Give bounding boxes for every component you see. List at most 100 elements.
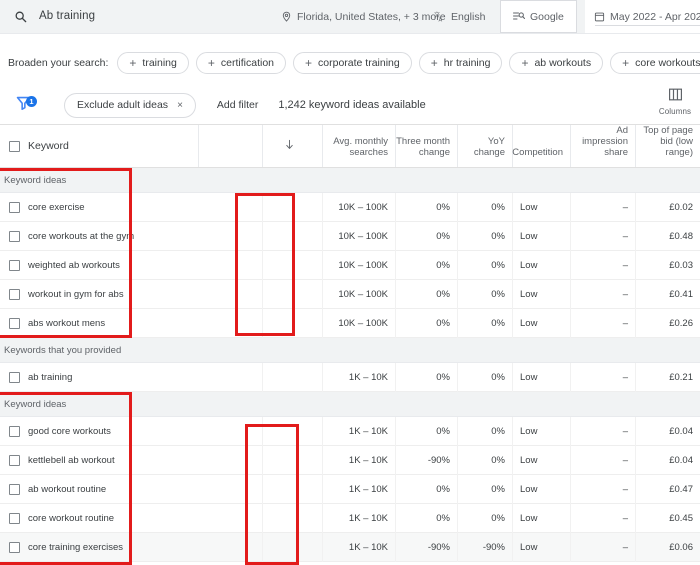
filter-button[interactable]: 1 [0,94,46,116]
cell-top-of-page-bid-low: £0.41 [635,279,700,309]
search-network-label: Google [530,10,564,23]
chip-label: training [142,56,177,69]
language-label: English [451,10,486,23]
language-selector[interactable]: 文 A English [425,0,494,33]
table-row[interactable]: workout in gym for abs 10K – 100K 0% 0% Low –… [0,279,700,309]
location-label: Florida, United States, + 3 more [297,10,446,23]
cell-ad-impression-share: – [570,445,635,475]
row-checkbox[interactable] [0,259,28,271]
group-title: Keyword ideas [4,398,67,410]
table-row[interactable]: ab workout routine1K – 10K0%0%Low–£0.47£… [0,474,700,504]
cell-avg-monthly-searches: 1K – 10K [322,416,395,446]
cell-sort-spacer [262,474,322,504]
row-checkbox[interactable] [0,512,28,524]
row-checkbox[interactable] [0,425,28,437]
column-header-sort[interactable] [262,125,322,167]
three-month-line1: Three month [396,136,450,147]
cell-top-of-page-bid-low: £0.04 [635,416,700,446]
cell-ad-impression-share: – [570,221,635,251]
cell-top-of-page-bid-low: £0.47 [635,474,700,504]
exclude-chip-label: Exclude adult ideas [77,99,169,111]
cell-sort-spacer [262,532,322,562]
table-row[interactable]: ab training1K – 10K0%0%Low–£0.21£1.56 [0,362,700,392]
row-checkbox[interactable] [0,454,28,466]
cell-keyword: weighted ab workouts [28,259,120,271]
row-checkbox[interactable] [0,201,28,213]
cell-keyword: abs workout mens [28,317,106,329]
cell-top-of-page-bid-low: £0.21 [635,362,700,392]
cell-blank [198,417,262,446]
row-checkbox[interactable] [0,483,28,495]
plus-icon: + [207,55,215,70]
cell-three-month-change: 0% [395,221,457,251]
table-group-header: Keyword ideas [0,392,700,417]
chip-label: ab workouts [534,56,592,69]
add-filter-button[interactable]: Add filter [217,99,258,111]
exclude-adult-ideas-filter-chip[interactable]: Exclude adult ideas × [64,92,196,118]
group-title: Keywords that you provided [4,344,122,356]
chip-label: corporate training [318,56,400,69]
cell-yoy-change: 0% [457,416,512,446]
table-row[interactable]: kettlebell ab workout 1K – 10K -90% 0% Low – £… [0,445,700,475]
row-checkbox[interactable] [0,371,28,383]
broaden-chip-certification[interactable]: + certification [195,51,286,74]
row-checkbox[interactable] [0,541,28,553]
search-network-icon [513,11,525,22]
table-row[interactable]: core exercise10K – 100K0%0%Low–£0.02£0.7… [0,192,700,222]
table-row[interactable]: core training exercises 1K – 10K -90% -90% L… [0,532,700,562]
table-row[interactable]: core workout routine 1K – 10K 0% 0% Low – £0.4… [0,503,700,533]
cell-top-of-page-bid-low: £0.03 [635,250,700,280]
cell-ad-impression-share: – [570,416,635,446]
cell-keyword: core workout routine [28,512,115,524]
search-input-value: Ab training [39,10,96,22]
cell-keyword: good core workouts [28,425,111,437]
column-header-competition[interactable]: Competition [512,125,570,167]
cell-blank [198,446,262,475]
cell-three-month-change: 0% [395,308,457,338]
broaden-chip-ab-workouts[interactable]: + ab workouts [509,51,604,74]
table-row[interactable]: weighted ab workouts 10K – 100K 0% 0% Low – £0… [0,250,700,280]
table-row[interactable]: good core workouts1K – 10K0%0%Low–£0.04£… [0,416,700,446]
search-network-selector[interactable]: Google [500,0,577,33]
cell-yoy-change: 0% [457,192,512,222]
plus-icon: + [430,55,438,70]
chip-label: hr training [443,56,491,69]
translate-icon: 文 A [434,11,446,23]
column-header-blank [198,125,262,167]
row-checkbox[interactable] [0,288,28,300]
table-row[interactable]: abs workout mens10K – 100K0%0%Low–£0.26£… [0,308,700,338]
broaden-chip-core-workouts[interactable]: + core workouts [610,51,700,74]
row-checkbox[interactable] [0,230,28,242]
column-header-top-of-page-bid-low[interactable]: Top of page bid (low range) [635,125,700,167]
cell-keyword: workout in gym for abs [28,288,124,300]
broaden-chip-corporate-training[interactable]: + corporate training [293,51,412,74]
column-header-keyword[interactable]: Keyword [28,125,198,167]
cell-sort-spacer [262,221,322,251]
column-header-three-month-change[interactable]: Three month change [395,125,457,167]
chip-label: core workouts [635,56,700,69]
row-checkbox[interactable] [0,317,28,329]
columns-button[interactable]: Columns [652,88,698,116]
broaden-chip-hr-training[interactable]: + hr training [418,51,503,74]
column-header-yoy-change[interactable]: YoY change [457,125,512,167]
keyword-ideas-table: Keyword Avg. monthly searches Three mont… [0,124,700,562]
cell-avg-monthly-searches: 10K – 100K [322,192,395,222]
cell-blank [198,280,262,309]
column-header-avg-monthly-searches[interactable]: Avg. monthly searches [322,125,395,167]
close-icon[interactable]: × [177,100,183,111]
broaden-chip-training[interactable]: + training [117,51,189,74]
cell-yoy-change: 0% [457,279,512,309]
cell-ad-impression-share: – [570,279,635,309]
cell-keyword: ab workout routine [28,483,107,495]
select-all-checkbox[interactable] [0,125,28,167]
cell-top-of-page-bid-low: £0.04 [635,445,700,475]
date-range-selector[interactable]: May 2022 - Apr 2023 [585,0,700,33]
table-row[interactable]: core workouts at the gym 10K – 100K 0% 0% Lo… [0,221,700,251]
plus-icon: + [622,55,630,70]
chip-label: certification [220,56,274,69]
column-header-ad-impression-share[interactable]: Ad impression share [570,125,635,167]
cell-blank [198,251,262,280]
bid-low-line2: bid (low [660,136,693,147]
header-divider [0,33,700,34]
checkbox-icon [8,317,20,329]
